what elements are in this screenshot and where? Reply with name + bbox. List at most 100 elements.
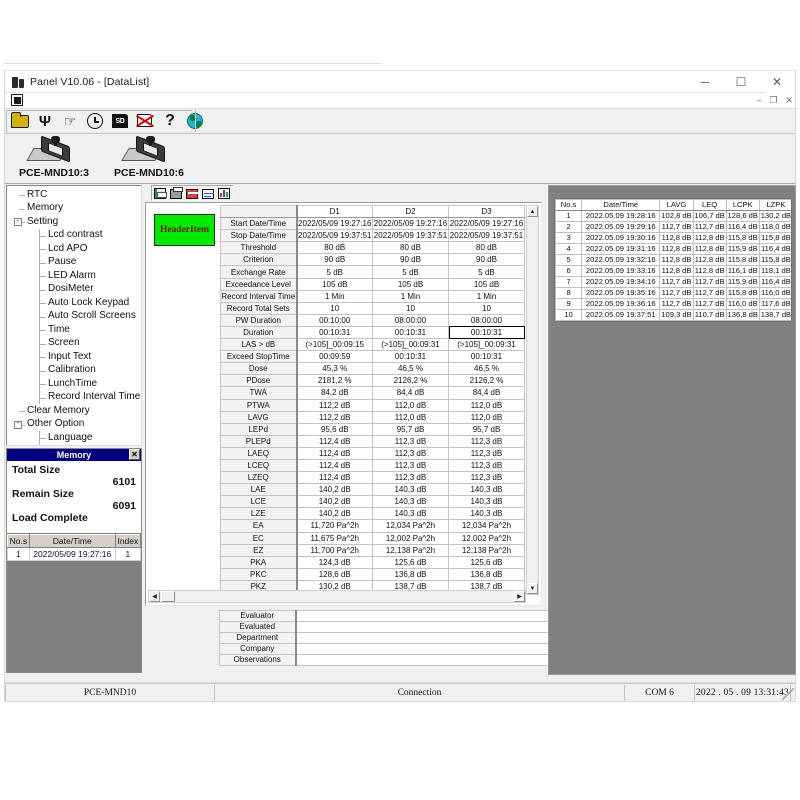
datalist-cell[interactable]: 2022/05/09 19:37:51: [449, 230, 525, 242]
scroll-down-button[interactable]: ▼: [527, 583, 538, 594]
datalist-vertical-scrollbar[interactable]: ▲ ▼: [526, 205, 539, 595]
mdi-restore-button[interactable]: ❐: [769, 95, 777, 106]
datalist-cell[interactable]: 80 dB: [297, 242, 373, 254]
datalist-cell[interactable]: 00:10:31: [449, 351, 525, 363]
datalist-cell[interactable]: 00:10:00: [297, 314, 373, 326]
datalist-row[interactable]: LZE140,2 dB140,3 dB140,3 dB: [221, 508, 525, 520]
tree-expander-icon[interactable]: -: [14, 421, 22, 429]
mdi-minimize-button[interactable]: –: [756, 95, 761, 105]
datalist-cell[interactable]: 90 dB: [297, 254, 373, 266]
datalist-cell[interactable]: 2181,2 %: [297, 375, 373, 387]
datalist-cell[interactable]: 112,3 dB: [373, 472, 449, 484]
datalist-cell[interactable]: 112,3 dB: [449, 472, 525, 484]
datalist-row[interactable]: LCE140,2 dB140,3 dB140,3 dB: [221, 496, 525, 508]
datalist-cell[interactable]: 84,4 dB: [449, 387, 525, 399]
records-column-header[interactable]: No.s: [556, 200, 582, 211]
tree-item-pause[interactable]: Pause: [9, 256, 141, 270]
datalist-cell[interactable]: 140,3 dB: [373, 484, 449, 496]
datalist-cell[interactable]: (>105]_00:09:15: [297, 339, 373, 351]
records-row[interactable]: 72022.05.09 19:34:16112,7 dB112,7 dB115,…: [556, 277, 793, 288]
settings-tree-panel[interactable]: RTCMemory-SettingLcd contrastLcd APOPaus…: [6, 185, 142, 446]
datalist-cell[interactable]: 112,0 dB: [449, 399, 525, 411]
datalist-cell[interactable]: 12,034 Pa^2h: [449, 520, 525, 532]
datalist-cell[interactable]: 11,675 Pa^2h: [297, 532, 373, 544]
datalist-row[interactable]: Exchange Rate5 dB5 dB5 dB: [221, 266, 525, 278]
datalist-cell[interactable]: 10: [297, 302, 373, 314]
scroll-left-button[interactable]: ◀: [149, 591, 160, 602]
resize-grip[interactable]: [782, 688, 794, 700]
datalist-cell[interactable]: 112,4 dB: [297, 447, 373, 459]
tree-item-calibration[interactable]: Calibration: [9, 364, 141, 378]
datalist-cell[interactable]: 112,4 dB: [297, 459, 373, 471]
datalist-cell[interactable]: 125,6 dB: [373, 556, 449, 568]
records-column-header[interactable]: Date/Time: [582, 200, 660, 211]
datalist-cell[interactable]: 128,6 dB: [297, 568, 373, 580]
datalist-row[interactable]: TWA84,2 dB84,4 dB84,4 dB: [221, 387, 525, 399]
datalist-cell[interactable]: 140,2 dB: [297, 496, 373, 508]
datalist-cell[interactable]: 140,3 dB: [449, 484, 525, 496]
datalist-cell[interactable]: 140,2 dB: [297, 508, 373, 520]
datalist-cell[interactable]: 2022/05/09 19:27:16: [297, 218, 373, 230]
device-item-0[interactable]: PCE-MND10:3: [11, 136, 97, 179]
datalist-cell[interactable]: 11,720 Pa^2h: [297, 520, 373, 532]
sd-card-button[interactable]: SD: [108, 110, 132, 132]
open-folder-button[interactable]: [8, 110, 32, 132]
datalist-cell[interactable]: 5 dB: [449, 266, 525, 278]
minimize-button[interactable]: ─: [687, 71, 723, 93]
records-row[interactable]: 22022.05.09 19:29:16112,7 dB112,7 dB116,…: [556, 222, 793, 233]
datalist-cell[interactable]: 80 dB: [373, 242, 449, 254]
tree-item-auto-lock-keypad[interactable]: Auto Lock Keypad: [9, 296, 141, 310]
tree-item-lunchtime[interactable]: LunchTime: [9, 377, 141, 391]
tree-item-auto-scroll-screens[interactable]: Auto Scroll Screens: [9, 310, 141, 324]
records-grid-container[interactable]: No.sDate/TimeLAVGLEQLCPKLZPK 12022.05.09…: [554, 198, 792, 322]
datalist-row[interactable]: Threshold80 dB80 dB80 dB: [221, 242, 525, 254]
datalist-cell[interactable]: 112,0 dB: [373, 399, 449, 411]
datalist-cell[interactable]: 12,034 Pa^2h: [373, 520, 449, 532]
datalist-cell[interactable]: 46,5 %: [373, 363, 449, 375]
close-button[interactable]: ✕: [759, 71, 795, 93]
tree-item-record-interval-time[interactable]: Record Interval Time: [9, 391, 141, 405]
datalist-cell[interactable]: 84,4 dB: [373, 387, 449, 399]
datalist-row[interactable]: PKA124,3 dB125,6 dB125,6 dB: [221, 556, 525, 568]
records-column-header[interactable]: LCPK: [726, 200, 759, 211]
datalist-cell[interactable]: 12,002 Pa^2h: [449, 532, 525, 544]
datalist-cell[interactable]: 105 dB: [373, 278, 449, 290]
datalist-cell[interactable]: 112,3 dB: [449, 435, 525, 447]
datalist-cell[interactable]: 105 dB: [449, 278, 525, 290]
datalist-cell[interactable]: 2022/05/09 19:37:51: [297, 230, 373, 242]
datalist-cell[interactable]: 112,3 dB: [449, 459, 525, 471]
records-row[interactable]: 102022.05.09 19:37:51109,3 dB110,7 dB136…: [556, 310, 793, 321]
datalist-row[interactable]: LEPd95,6 dB95,7 dB95,7 dB: [221, 423, 525, 435]
datalist-column-header[interactable]: D1: [297, 206, 373, 218]
datalist-cell[interactable]: 112,4 dB: [297, 435, 373, 447]
records-row[interactable]: 82022.05.09 19:35:16112,7 dB112,7 dB115,…: [556, 288, 793, 299]
datalist-cell[interactable]: 140,3 dB: [373, 508, 449, 520]
datalist-row[interactable]: PW Duration00:10:0008:00:0008:00:00: [221, 314, 525, 326]
datalist-cell[interactable]: 112,3 dB: [373, 447, 449, 459]
tree-expander-icon[interactable]: -: [14, 218, 22, 226]
chart-button[interactable]: [216, 187, 232, 201]
datalist-cell[interactable]: 12,138 Pa^2h: [449, 544, 525, 556]
datalist-cell[interactable]: 95,6 dB: [297, 423, 373, 435]
datalist-cell[interactable]: (>105]_00:09:31: [373, 339, 449, 351]
records-row[interactable]: 62022.05.09 19:33:16112,8 dB112,8 dB116,…: [556, 266, 793, 277]
datalist-row[interactable]: EZ11,700 Pa^2h12,138 Pa^2h12,138 Pa^2h: [221, 544, 525, 556]
datalist-cell[interactable]: 84,2 dB: [297, 387, 373, 399]
datalist-grid-viewport[interactable]: D1D2D3 Start Date/Time2022/05/09 19:27:1…: [220, 205, 528, 595]
datalist-cell[interactable]: (>105]_00:09:31: [449, 339, 525, 351]
datalist-column-header[interactable]: D3: [449, 206, 525, 218]
datalist-cell[interactable]: 1 Min: [297, 290, 373, 302]
print-button[interactable]: [168, 187, 184, 201]
memory-grid-row[interactable]: 12022/05/09 19:27:161: [8, 548, 141, 561]
datalist-row[interactable]: EC11,675 Pa^2h12,002 Pa^2h12,002 Pa^2h: [221, 532, 525, 544]
datalist-cell[interactable]: 112,0 dB: [449, 411, 525, 423]
tree-item-other-option[interactable]: -Other Option: [9, 418, 141, 432]
datalist-cell[interactable]: 124,3 dB: [297, 556, 373, 568]
records-row[interactable]: 92022.05.09 19:36:16112,7 dB112,7 dB116,…: [556, 299, 793, 310]
report-button[interactable]: [200, 187, 216, 201]
datalist-cell[interactable]: 95,7 dB: [373, 423, 449, 435]
datalist-row[interactable]: LAEQ112,4 dB112,3 dB112,3 dB: [221, 447, 525, 459]
datalist-cell[interactable]: 5 dB: [373, 266, 449, 278]
usb-connect-button[interactable]: Ψ: [33, 110, 57, 132]
datalist-row[interactable]: Duration00:10:3100:10:3100:10:31: [221, 326, 525, 338]
